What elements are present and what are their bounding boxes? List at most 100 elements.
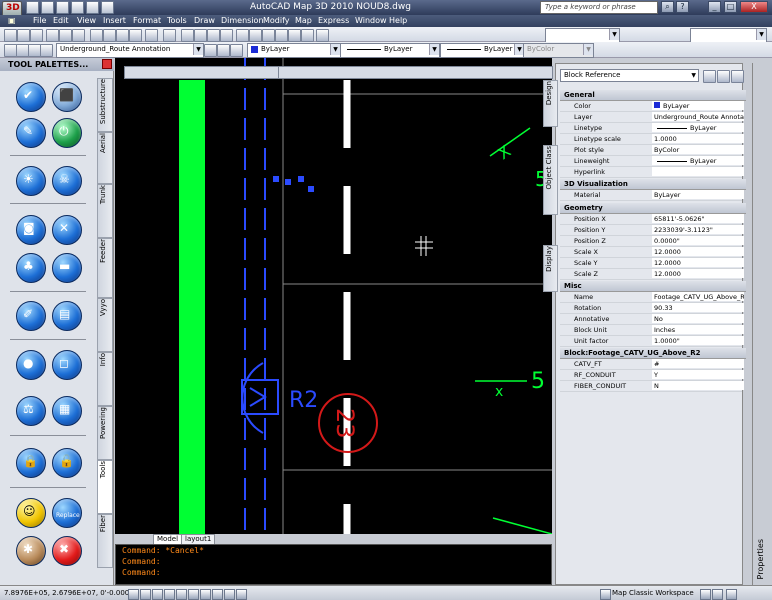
unlock-icon[interactable]: 🔓 — [52, 448, 82, 478]
ducs-icon[interactable] — [200, 589, 211, 600]
menu-modify[interactable]: Modify — [263, 16, 290, 25]
layer-combo[interactable]: Underground_Route Annotation ▼ — [56, 43, 204, 58]
smiley-icon[interactable]: ☺ — [16, 498, 46, 528]
sun-icon[interactable]: ☀ — [16, 166, 46, 196]
drawing-canvas[interactable]: R2 23 X 5 x 5 — [115, 58, 552, 534]
tab-vyyo[interactable]: Vyyo — [97, 298, 113, 352]
section-general[interactable]: General — [560, 90, 746, 101]
workspace-combo[interactable]: ▼ — [545, 28, 620, 43]
grip-point[interactable] — [298, 176, 304, 182]
undo-icon[interactable] — [145, 29, 158, 42]
prop-row-position-z[interactable]: Position Z 0.0000" — [560, 236, 744, 247]
prop-row-linetype[interactable]: Linetype ByLayer — [560, 123, 744, 134]
cylinder-icon[interactable]: ◙ — [16, 215, 46, 245]
design-center-icon[interactable] — [249, 29, 262, 42]
save-icon[interactable] — [56, 1, 69, 14]
markup-icon[interactable] — [288, 29, 301, 42]
menu-dimension[interactable]: Dimension — [221, 16, 264, 25]
menu-map[interactable]: Map — [295, 16, 312, 25]
prop-row-position-x[interactable]: Position X 65811'-5.0626" — [560, 214, 744, 225]
prop-row-unit-factor[interactable]: Unit factor 1.0000" — [560, 336, 744, 347]
grip-point[interactable] — [273, 176, 279, 182]
sheet-set-icon[interactable] — [275, 29, 288, 42]
plot-icon[interactable] — [101, 1, 114, 14]
tab-design[interactable]: Design — [543, 80, 558, 127]
selection-combo[interactable]: Block Reference ▼ — [560, 69, 699, 82]
tab-display[interactable]: Display — [543, 245, 558, 292]
maximize-button[interactable]: □ — [724, 1, 737, 13]
prop-row-scale-z[interactable]: Scale Z 12.0000 — [560, 269, 744, 280]
lwt-icon[interactable] — [224, 589, 235, 600]
tray-icon[interactable] — [712, 589, 723, 600]
ruler-icon[interactable]: ▬ — [52, 253, 82, 283]
tab-tools[interactable]: Tools — [97, 460, 113, 514]
tab-fiber[interactable]: Fiber — [97, 514, 113, 568]
replace-icon[interactable]: Replace — [52, 498, 82, 528]
printer-icon[interactable]: ▤ — [52, 301, 82, 331]
pan-icon[interactable] — [181, 29, 194, 42]
section-3d-visualization[interactable]: 3D Visualization — [560, 179, 746, 190]
lineweight-combo[interactable]: ByLayer ▼ — [440, 43, 525, 58]
redo-icon[interactable] — [163, 29, 176, 42]
palette-close-icon[interactable] — [102, 59, 112, 69]
prop-row-layer[interactable]: Layer Underground_Route Annota... — [560, 112, 744, 123]
x-circle-icon[interactable]: ✖ — [52, 536, 82, 566]
sphere-icon[interactable]: ● — [16, 350, 46, 380]
snap-icon[interactable] — [128, 589, 139, 600]
prop-row-material[interactable]: Material ByLayer — [560, 190, 744, 201]
preview-icon[interactable] — [59, 29, 72, 42]
menu-insert[interactable]: Insert — [103, 16, 126, 25]
tab-info[interactable]: Info — [97, 352, 113, 406]
menu-format[interactable]: Format — [133, 16, 161, 25]
menu-view[interactable]: View — [77, 16, 96, 25]
tab-powering[interactable]: Powering — [97, 406, 113, 460]
prop-row-linetype-scale[interactable]: Linetype scale 1.0000 — [560, 134, 744, 145]
search-input[interactable]: Type a keyword or phrase — [540, 1, 658, 14]
prop-row-catv-ft[interactable]: CATV_FT # — [560, 359, 744, 370]
calculator-icon[interactable] — [301, 29, 314, 42]
coordinate-readout[interactable]: 7.8976E+05, 2.6796E+07, 0'-0.0000" — [4, 589, 137, 597]
prop-row-block-unit[interactable]: Block Unit Inches — [560, 325, 744, 336]
open-icon[interactable] — [41, 1, 54, 14]
new-icon[interactable] — [4, 29, 17, 42]
lock-icon[interactable] — [700, 589, 711, 600]
menu-help[interactable]: Help — [389, 16, 407, 25]
help-icon[interactable] — [316, 29, 329, 42]
workspace-switch[interactable]: Map Classic Workspace — [612, 589, 694, 597]
layer-previous-icon[interactable] — [217, 44, 230, 57]
prop-row-rf-conduit[interactable]: RF_CONDUIT Y — [560, 370, 744, 381]
save-icon[interactable] — [30, 29, 43, 42]
scale-icon[interactable]: ⚖ — [16, 396, 46, 426]
menu-app-icon[interactable]: ▣ — [8, 16, 16, 25]
grid-icon[interactable] — [140, 589, 151, 600]
prop-row-scale-x[interactable]: Scale X 12.0000 — [560, 247, 744, 258]
style-combo[interactable]: ▼ — [690, 28, 767, 43]
tab-substructure[interactable]: Substructure — [97, 78, 113, 132]
color-combo[interactable]: ByLayer ▼ — [247, 43, 341, 58]
help-icon[interactable]: ? — [676, 1, 689, 13]
prop-row-plot-style[interactable]: Plot style ByColor — [560, 145, 744, 156]
prop-row-rotation[interactable]: Rotation 90.33 — [560, 303, 744, 314]
section-block-attributes[interactable]: Block:Footage_CATV_UG_Above_R2 — [560, 348, 746, 359]
menu-tools[interactable]: Tools — [167, 16, 187, 25]
prop-row-fiber-conduit[interactable]: FIBER_CONDUIT N — [560, 381, 744, 392]
menu-file[interactable]: File — [33, 16, 46, 25]
command-window[interactable]: Command: *Cancel* Command: Command: — [115, 544, 552, 585]
menu-edit[interactable]: Edit — [53, 16, 69, 25]
prop-row-annotative[interactable]: Annotative No — [560, 314, 744, 325]
otrack-icon[interactable] — [188, 589, 199, 600]
ortho-icon[interactable] — [152, 589, 163, 600]
clean-screen-icon[interactable] — [726, 589, 737, 600]
workspace-icon[interactable] — [600, 589, 611, 600]
section-misc[interactable]: Misc — [560, 281, 746, 292]
menu-window[interactable]: Window — [355, 16, 387, 25]
prop-row-name[interactable]: Name Footage_CATV_UG_Above_R2 — [560, 292, 744, 303]
properties-titlebar[interactable]: Properties — [752, 63, 770, 585]
skull-icon[interactable]: ☠ — [52, 166, 82, 196]
prop-row-scale-y[interactable]: Scale Y 12.0000 — [560, 258, 744, 269]
menu-draw[interactable]: Draw — [194, 16, 215, 25]
cube-icon[interactable]: ⬛ — [52, 82, 82, 112]
match-properties-icon[interactable] — [129, 29, 142, 42]
wand-icon[interactable]: ✎ — [16, 118, 46, 148]
brush-icon[interactable]: ✐ — [16, 301, 46, 331]
